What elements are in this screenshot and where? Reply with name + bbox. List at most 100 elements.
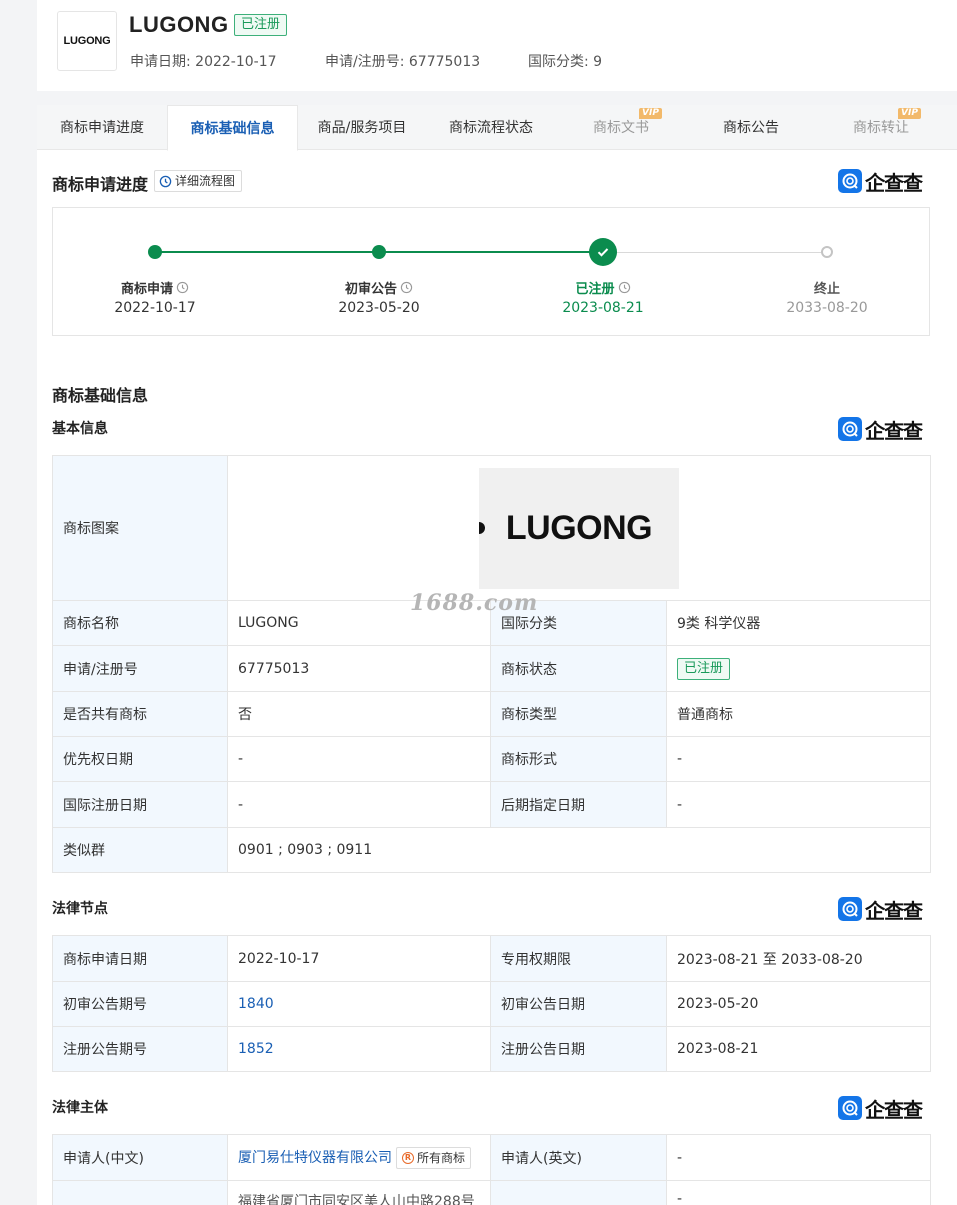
vip-badge: VIP: [639, 108, 662, 119]
qcc-logo[interactable]: 企查查: [838, 897, 923, 923]
step-label: 初审公告: [299, 278, 459, 297]
legal-nodes-subtitle: 法律节点: [52, 901, 108, 917]
cell-label: 是否共有商标: [52, 691, 228, 737]
qcc-logo[interactable]: 企查查: [838, 417, 923, 443]
all-trademarks-button[interactable]: R 所有商标: [396, 1146, 472, 1169]
step-dot-pending: [821, 246, 833, 258]
main-panel: 商标申请进度 商标基础信息 商品/服务项目 商标流程状态 商标文书 商标公告 商…: [37, 105, 957, 1205]
table-row: 类似群 0901 ; 0903 ; 0911: [52, 827, 932, 873]
tab-basic-info[interactable]: 商标基础信息: [167, 105, 298, 151]
cell-label: 注册公告期号: [52, 1026, 228, 1072]
table-row: 注册公告期号 1852 注册公告日期 2023-08-21: [52, 1026, 931, 1072]
table-row: 商标图案 LUGONG: [52, 455, 932, 601]
qcc-logo-text: 企查查: [865, 170, 923, 195]
announcement-issue-link[interactable]: 1852: [238, 1041, 274, 1057]
progress-timeline: 商标申请 2022-10-17 初审公告 2023-05-20 已注册 2023…: [52, 207, 930, 336]
table-row: 申请/注册号 67775013 商标状态 已注册: [52, 645, 932, 692]
cell-label: 商标状态: [490, 645, 667, 692]
tab-documents[interactable]: 商标文书: [556, 105, 686, 150]
trademark-image-cell: LUGONG: [226, 455, 932, 601]
cell-value: 2023-08-21 至 2033-08-20: [666, 935, 931, 982]
apply-date: 申请日期: 2022-10-17: [130, 54, 277, 70]
cell-label: 商标类型: [490, 691, 667, 737]
step-label-current: 已注册: [523, 278, 683, 297]
flow-chart-button[interactable]: 详细流程图: [154, 170, 243, 192]
applicant-company-link[interactable]: 厦门易仕特仪器有限公司: [238, 1150, 392, 1166]
cell-value: -: [665, 781, 932, 828]
table-row: 商标申请日期 2022-10-17 专用权期限 2023-08-21 至 203…: [52, 935, 931, 982]
basic-info-subtitle: 基本信息: [52, 421, 108, 437]
cell-value: 1852: [227, 1026, 491, 1072]
cell-value: 2022-10-17: [227, 935, 491, 982]
step-date-pending: 2033-08-20: [786, 300, 868, 316]
clock-icon[interactable]: [400, 281, 413, 294]
qcc-mark-icon: [838, 897, 862, 921]
table-row: 申请人(中文) 厦门易仕特仪器有限公司 R 所有商标 申请人(英文) -: [52, 1134, 931, 1181]
table-row: 初审公告期号 1840 初审公告日期 2023-05-20: [52, 981, 931, 1027]
tab-announcements[interactable]: 商标公告: [686, 105, 816, 150]
flow-chart-button-label: 详细流程图: [175, 174, 236, 188]
cell-label: [52, 1180, 228, 1205]
international-class: 国际分类: 9: [528, 54, 603, 70]
cell-value: -: [666, 1134, 931, 1181]
cell-label: 类似群: [52, 827, 228, 873]
image-label: 商标图案: [52, 455, 228, 601]
step-date-current: 2023-08-21: [562, 300, 644, 316]
registration-number: 申请/注册号: 67775013: [325, 54, 481, 70]
legal-subject-table: 申请人(中文) 厦门易仕特仪器有限公司 R 所有商标 申请人(英文) - 福建省厦门…: [52, 1134, 931, 1205]
similar-groups-value: 0901 ; 0903 ; 0911: [226, 827, 932, 873]
cell-label: 优先权日期: [52, 736, 228, 782]
qcc-logo-text: 企查查: [865, 418, 923, 443]
cell-value: -: [665, 736, 932, 782]
cell-value: 普通商标: [665, 691, 932, 737]
basic-section-title: 商标基础信息: [52, 386, 149, 405]
legal-nodes-table: 商标申请日期 2022-10-17 专用权期限 2023-08-21 至 203…: [52, 935, 931, 1072]
cell-value: 2023-08-21: [666, 1026, 931, 1072]
step-label-pending: 终止: [813, 282, 840, 297]
cell-label: 国际注册日期: [52, 781, 228, 828]
address-en-value: -: [666, 1180, 931, 1205]
cell-value: 9类 科学仪器: [665, 600, 932, 646]
clock-icon[interactable]: [618, 281, 631, 294]
cell-value: 1840: [227, 981, 491, 1027]
cell-label: 申请/注册号: [52, 645, 228, 692]
table-row: 国际注册日期 - 后期指定日期 -: [52, 781, 932, 828]
cell-value: 2023-05-20: [666, 981, 931, 1027]
step-date: 2023-05-20: [338, 300, 420, 316]
cell-value: 否: [227, 691, 491, 737]
cell-label: 初审公告日期: [490, 981, 667, 1027]
qcc-logo-text: 企查查: [865, 898, 923, 923]
cell-value: 厦门易仕特仪器有限公司 R 所有商标: [227, 1134, 491, 1181]
thumbnail-text: LUGONG: [63, 35, 111, 47]
tab-application-progress[interactable]: 商标申请进度: [37, 105, 167, 150]
qcc-logo[interactable]: 企查查: [838, 169, 923, 195]
cell-label: 后期指定日期: [490, 781, 667, 828]
table-row: 是否共有商标 否 商标类型 普通商标: [52, 691, 932, 737]
qcc-mark-icon: [838, 169, 862, 193]
vip-badge: VIP: [898, 108, 921, 119]
tab-transfer[interactable]: 商标转让: [816, 105, 946, 150]
registered-icon: R: [402, 1151, 414, 1164]
history-icon: [159, 175, 172, 187]
trademark-thumbnail[interactable]: LUGONG: [57, 11, 117, 71]
cell-label: [490, 1180, 667, 1205]
status-badge: 已注册: [234, 14, 288, 36]
cell-label: 初审公告期号: [52, 981, 228, 1027]
cell-label: 商标申请日期: [52, 935, 228, 982]
table-row: 优先权日期 - 商标形式 -: [52, 736, 932, 782]
trademark-name: LUGONG: [129, 12, 229, 37]
cell-label: 商标名称: [52, 600, 228, 646]
trademark-image[interactable]: LUGONG: [479, 467, 680, 589]
announcement-issue-link[interactable]: 1840: [238, 996, 274, 1012]
cell-label: 注册公告日期: [490, 1026, 667, 1072]
tab-process-status[interactable]: 商标流程状态: [426, 105, 556, 150]
cell-label: 申请人(英文): [490, 1134, 667, 1181]
legal-subject-subtitle: 法律主体: [52, 1100, 108, 1116]
clock-icon[interactable]: [176, 281, 189, 294]
qcc-logo[interactable]: 企查查: [838, 1096, 923, 1122]
cell-value: -: [227, 781, 491, 828]
table-row: 福建省厦门市同安区美人山中路288号 -: [52, 1180, 931, 1205]
status-badge: 已注册: [677, 657, 731, 680]
progress-line-pending: [603, 252, 827, 253]
tab-goods-services[interactable]: 商品/服务项目: [298, 105, 426, 150]
